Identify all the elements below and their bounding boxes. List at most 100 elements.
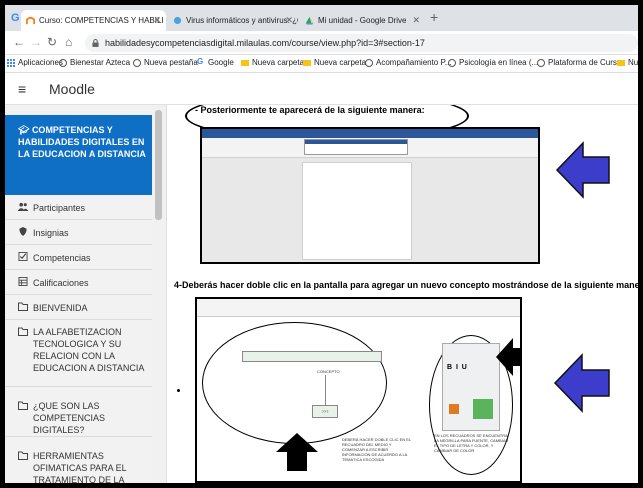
folder-icon (18, 327, 28, 336)
graduation-cap-icon: 🎓︎ (18, 125, 32, 135)
url-text: habilidadesycompetenciasdigital.milaulas… (105, 38, 425, 48)
moodle-header: ≡ Moodle (5, 73, 638, 105)
cmap-note-right: EN LOS RECUADROS SE ENCUENTRA LA NEGRILL… (434, 433, 509, 453)
folder-icon (241, 60, 249, 66)
annotation-ellipse (202, 322, 387, 444)
back-icon[interactable]: ← (13, 35, 25, 49)
styles-panel: B I U (442, 343, 500, 431)
close-tab-icon[interactable]: ✕ (412, 10, 420, 31)
shield-icon (19, 227, 27, 236)
bookmark-item[interactable]: Nueva carpeta (241, 58, 304, 67)
bookmark-label: Acompañamiento P... (376, 58, 452, 67)
nav-label: LA ALFABETIZACION TECNOLOGICA Y SU RELAC… (33, 327, 145, 373)
checkbox-icon (18, 252, 28, 261)
nav-item-insignias[interactable]: Insignias (5, 220, 152, 245)
nav-item-competencias-digitales[interactable]: ¿QUE SON LAS COMPETENCIAS DIGITALES? (5, 387, 152, 437)
bookmark-label: Nue (628, 58, 638, 67)
course-title: COMPETENCIAS Y HABILIDADES DIGITALES EN … (18, 125, 146, 159)
folder-icon (18, 451, 28, 460)
bookmark-label: Nueva pestaña (144, 58, 198, 67)
nav-item-participantes[interactable]: Participantes (5, 195, 152, 220)
nav-item-competencias[interactable]: Competencias (5, 245, 152, 270)
bookmark-item[interactable]: Acompañamiento P... (365, 58, 451, 67)
cmap-toolbar (197, 299, 520, 317)
list-bullet (177, 389, 180, 392)
word-title-bar (202, 129, 538, 138)
cmap-screenshot: CONCEPTO ??? B I U DEBERÁ HACER DOBLE CL… (195, 297, 522, 483)
nav-label: ¿QUE SON LAS COMPETENCIAS DIGITALES? (33, 401, 106, 435)
globe-icon (365, 59, 373, 67)
pointer-arrow-left-black-icon (496, 338, 520, 376)
tab-moodle-course[interactable]: Curso: COMPETENCIAS Y HABILI ✕ (21, 10, 166, 31)
word-screenshot (200, 127, 540, 264)
nav-course-home[interactable]: 🎓︎ COMPETENCIAS Y HABILIDADES DIGITALES … (5, 115, 152, 195)
bookmark-item[interactable]: Plataforma de Curs... (537, 58, 624, 67)
bookmark-label: Aplicaciones (18, 58, 63, 67)
users-icon (17, 202, 29, 211)
bookmark-item[interactable]: Aplicaciones (7, 58, 63, 67)
home-icon[interactable]: ⌂ (65, 35, 72, 49)
pointer-arrow-up-icon (276, 433, 318, 471)
step-3-text: - Posteriormente te aparecerá de la sigu… (195, 105, 425, 115)
site-brand[interactable]: Moodle (49, 81, 95, 97)
google-icon: G (197, 57, 204, 66)
nav-label: Competencias (33, 253, 91, 263)
moodle-favicon-icon (26, 16, 35, 25)
url-field[interactable]: habilidadesycompetenciasdigital.milaulas… (85, 34, 638, 52)
folder-icon (617, 60, 625, 66)
cmap-note-left: DEBERÁ HACER DOBLE CLIC EN EL RECUADRO D… (342, 437, 411, 462)
apps-icon (7, 59, 15, 67)
sidebar-scrollbar-thumb[interactable] (155, 110, 162, 220)
bookmark-item[interactable]: Nueva pestaña (133, 58, 198, 67)
lock-icon (92, 39, 99, 47)
bookmark-item[interactable]: Nue (617, 58, 638, 67)
word-dialog (304, 139, 408, 155)
folder-icon (18, 401, 28, 410)
drive-favicon-icon (305, 16, 314, 25)
address-bar-row: ← → ↻ ⌂ habilidadesycompetenciasdigital.… (5, 31, 638, 55)
reload-icon[interactable]: ↻ (47, 35, 57, 49)
bookmark-label: Google (208, 58, 234, 67)
course-content: - Posteriormente te aparecerá de la sigu… (167, 105, 638, 483)
step-4-text: 4-Deberás hacer doble clic en la pantall… (174, 280, 638, 290)
color-swatch (473, 399, 493, 419)
chrome-menu-icon[interactable]: G (11, 12, 20, 24)
bookmark-item[interactable]: Nueva carpeta (303, 58, 366, 67)
nav-item-calificaciones[interactable]: Calificaciones (5, 270, 152, 295)
hamburger-menu-icon[interactable]: ≡ (18, 82, 26, 96)
word-document-area (202, 158, 538, 262)
tab-label: Mi unidad - Google Drive (318, 16, 407, 25)
color-swatch (449, 404, 459, 414)
pointer-arrow-left-icon (553, 353, 610, 413)
tab-google-drive[interactable]: Mi unidad - Google Drive ✕ (300, 10, 425, 31)
nav-label: HERRAMIENTAS OFIMATICAS PARA EL TRATAMIE… (33, 451, 127, 483)
cmap-center-label: CONCEPTO (317, 369, 340, 374)
tab-label: Virus informáticos y antivirus: ¿Q (186, 16, 298, 25)
tab-virus[interactable]: Virus informáticos y antivirus: ¿Q ✕ (168, 10, 298, 31)
new-tab-button[interactable]: + (430, 9, 438, 25)
close-tab-icon[interactable]: ✕ (153, 10, 161, 31)
close-tab-icon[interactable]: ✕ (285, 10, 293, 31)
cmap-concept-box[interactable]: ??? (312, 405, 338, 418)
nav-item-herramientas[interactable]: HERRAMIENTAS OFIMATICAS PARA EL TRATAMIE… (5, 437, 152, 483)
nav-label: Participantes (33, 203, 86, 213)
forward-icon[interactable]: → (30, 35, 42, 49)
cmap-connector (325, 375, 326, 405)
nav-label: Calificaciones (33, 278, 89, 288)
bookmark-item[interactable]: Psicología en línea (... (448, 58, 538, 67)
nav-label: BIENVENIDA (33, 303, 88, 313)
bold-icon: B I U (447, 364, 467, 371)
nav-item-alfabetizacion[interactable]: LA ALFABETIZACION TECNOLOGICA Y SU RELAC… (5, 320, 152, 387)
globe-favicon-icon (173, 16, 182, 25)
word-page (302, 162, 412, 260)
bookmark-item[interactable]: Bienestar Azteca (59, 58, 130, 67)
nav-item-bienvenida[interactable]: BIENVENIDA (5, 295, 152, 320)
globe-icon (537, 59, 545, 67)
bookmark-label: Bienestar Azteca (70, 58, 131, 67)
bookmark-label: Plataforma de Curs... (548, 58, 624, 67)
bookmark-item[interactable]: G Google (197, 57, 234, 67)
bookmark-label: Nueva carpeta (252, 58, 305, 67)
bookmark-label: Psicología en línea (... (459, 58, 539, 67)
folder-icon (303, 60, 311, 66)
folder-icon (18, 302, 28, 311)
